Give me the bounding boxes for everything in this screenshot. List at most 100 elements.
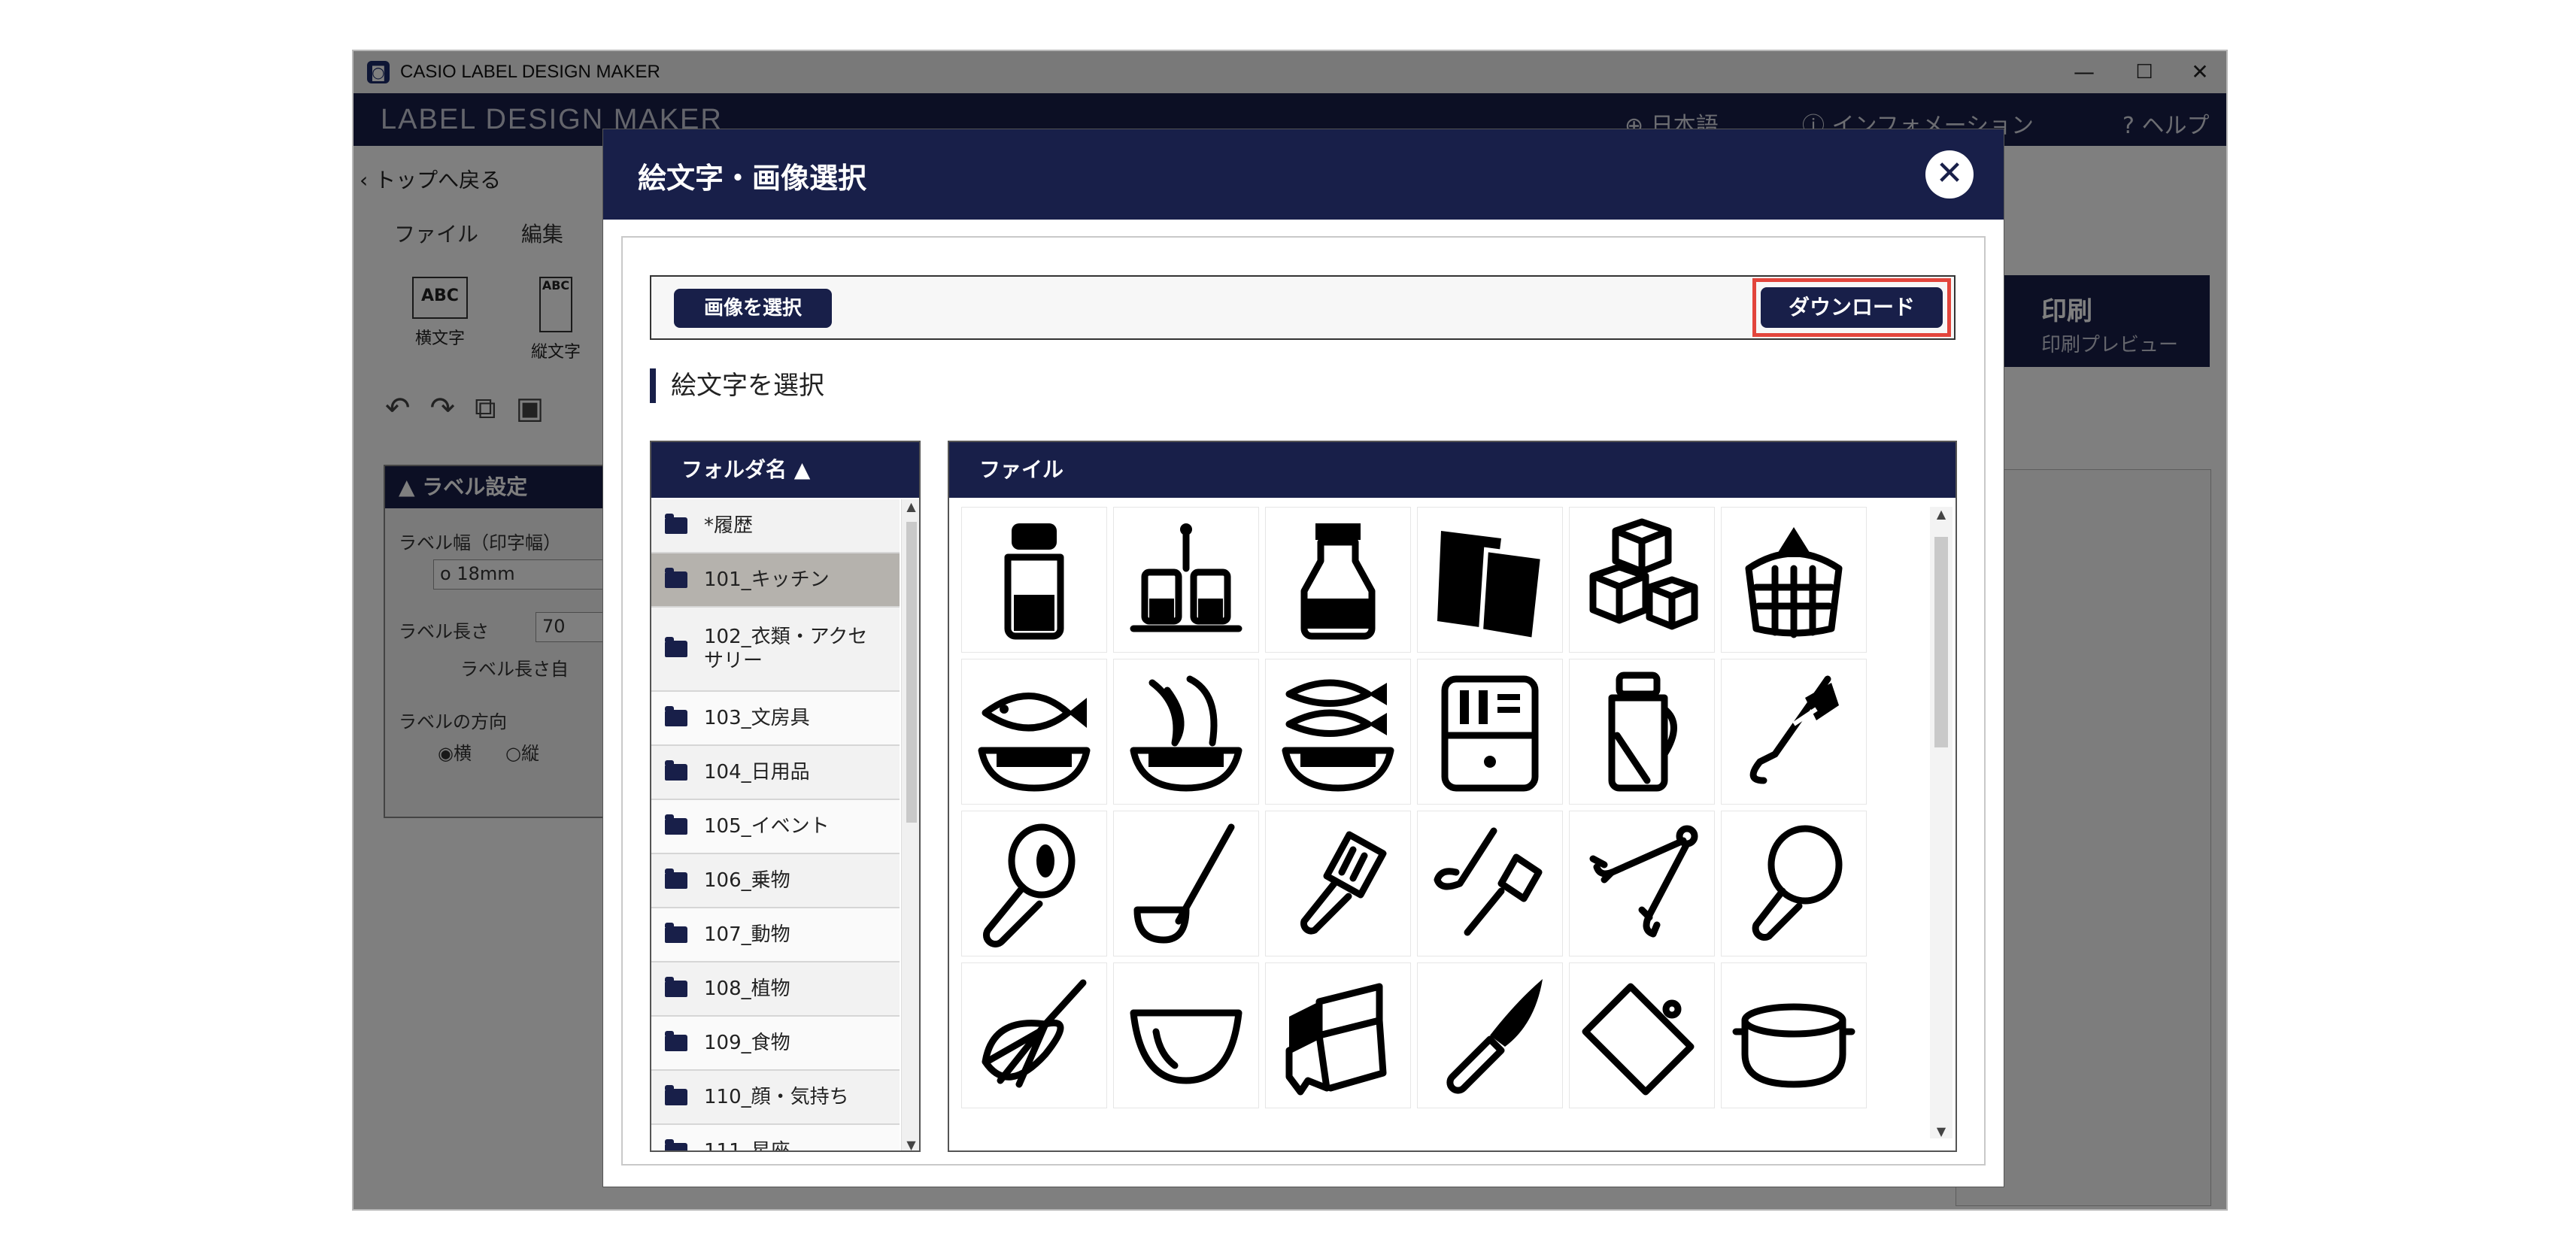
icon-cell[interactable] [1569,962,1715,1108]
icon-cell[interactable] [1265,659,1411,805]
folder-icon [665,814,687,835]
cling-wrap-icon [1285,983,1387,1096]
icon-cell[interactable] [1721,811,1867,956]
folder-item[interactable]: 103_文房具 [651,692,900,746]
icon-cell[interactable] [961,659,1107,805]
icon-cell[interactable] [1417,962,1563,1108]
icon-grid-scrollbar[interactable]: ▲ ▼ [1930,507,1952,1138]
icon-cell[interactable] [1265,962,1411,1108]
icon-cell[interactable] [1113,507,1259,653]
cutting-board-icon [1582,983,1695,1096]
modal-toolbar: 画像を選択 ダウンロード [650,275,1956,340]
folder-icon [665,568,687,588]
ladle-turner-icon [1434,827,1543,936]
icon-cell[interactable] [1113,659,1259,805]
grid-scroll-up-icon[interactable]: ▲ [1930,507,1952,521]
folder-icon [665,760,687,781]
scroll-up-icon[interactable]: ▲ [902,499,919,514]
grid-scroll-down-icon[interactable]: ▼ [1930,1124,1952,1138]
folder-label: *履歴 [704,514,754,537]
icon-cell[interactable] [961,962,1107,1108]
icon-cell[interactable] [1569,811,1715,956]
icon-cell[interactable] [1113,811,1259,956]
folder-icon [665,868,687,889]
folder-item[interactable]: 106_乗物 [651,854,900,908]
folder-label: 107_動物 [704,923,790,946]
folder-item[interactable]: 101_キッチン [651,553,900,608]
modal-body: 画像を選択 ダウンロード 絵文字を選択 フォルダ名 ▲ *履歴 101_キッチン 1… [621,236,1986,1166]
icon-cell[interactable] [1721,507,1867,653]
soy-sauce-bottle-icon [1300,523,1376,640]
folder-item[interactable]: 107_動物 [651,908,900,962]
folder-scrollbar[interactable]: ▲ ▼ [901,499,919,1150]
folder-label: 102_衣類・アクセサリー [704,626,868,672]
icon-cell[interactable] [961,507,1107,653]
folder-item[interactable]: *履歴 [651,499,900,553]
greens-bowl-icon [1130,675,1242,792]
rice-paddle-icon [1752,825,1843,941]
folder-label: 104_日用品 [704,761,810,784]
folder-label: 101_キッチン [704,568,830,591]
folder-item[interactable]: 108_植物 [651,962,900,1017]
folder-icon [665,1085,687,1105]
folder-item[interactable]: 104_日用品 [651,746,900,800]
section-title: 絵文字を選択 [650,368,824,403]
folder-item[interactable]: 109_食物 [651,1017,900,1071]
icon-cell[interactable] [1265,811,1411,956]
icon-cell[interactable] [1569,507,1715,653]
folder-scroll-thumb[interactable] [906,522,917,823]
folder-label: 110_顔・気持ち [704,1086,849,1108]
emoji-image-modal: 絵文字・画像選択 ✕ 画像を選択 ダウンロード 絵文字を選択 フォルダ名 ▲ *… [603,129,2004,1187]
spatula-icon [1300,831,1387,935]
modal-close-icon[interactable]: ✕ [1925,150,1974,199]
kitchen-knife-icon [1446,979,1543,1094]
folder-icon [665,1139,687,1150]
folder-icon [665,637,687,657]
peeler-icon [1749,675,1839,784]
folder-icon [665,1031,687,1051]
nori-sheets-icon [1437,531,1546,643]
folder-icon [665,706,687,726]
folder-item[interactable]: 110_顔・気持ち [651,1071,900,1125]
icon-cell[interactable] [1113,962,1259,1108]
download-button[interactable]: ダウンロード [1761,287,1943,328]
icon-cell[interactable] [1417,659,1563,805]
icon-cell[interactable] [1417,811,1563,956]
icon-cell[interactable] [961,811,1107,956]
knife-block-icon [1441,675,1539,792]
icon-cell[interactable] [1569,659,1715,805]
select-image-button[interactable]: 画像を選択 [674,289,832,328]
folder-label: 111_星座 [704,1140,790,1152]
whisk-icon [982,979,1087,1088]
icon-cell[interactable] [1417,507,1563,653]
icon-cell[interactable] [1265,507,1411,653]
pot-icon [1732,1003,1855,1088]
thermos-icon [1608,671,1677,792]
icon-cell[interactable] [1721,659,1867,805]
folder-label: 103_文房具 [704,707,810,729]
basket-icon [1745,527,1843,638]
scroll-down-icon[interactable]: ▼ [902,1138,919,1150]
icon-cell[interactable] [1721,962,1867,1108]
folder-panel: フォルダ名 ▲ *履歴 101_キッチン 102_衣類・アクセサリー 103_文房具 1… [650,441,921,1152]
folder-item[interactable]: 111_星座 [651,1125,900,1152]
file-panel: ファイル ▲ ▼ [948,441,1957,1152]
folder-item[interactable]: 105_イベント [651,800,900,854]
folder-label: 106_乗物 [704,869,790,892]
folder-label: 109_食物 [704,1032,790,1054]
folder-header[interactable]: フォルダ名 ▲ [651,442,919,498]
folder-icon [665,514,687,534]
salt-shaker-icon [1004,523,1064,640]
tongs-icon [1589,825,1698,938]
folder-icon [665,977,687,997]
modal-title: 絵文字・画像選択 [638,162,867,195]
grid-scroll-thumb[interactable] [1934,537,1948,747]
folder-item[interactable]: 102_衣類・アクセサリー [651,608,900,692]
download-highlight: ダウンロード [1752,278,1951,337]
file-header: ファイル [949,442,1956,498]
condiment-set-icon [1130,523,1242,632]
ladle-icon [1133,823,1235,944]
folder-icon [665,923,687,943]
sardines-bowl-icon [1282,679,1394,792]
folder-label: 105_イベント [704,815,830,838]
